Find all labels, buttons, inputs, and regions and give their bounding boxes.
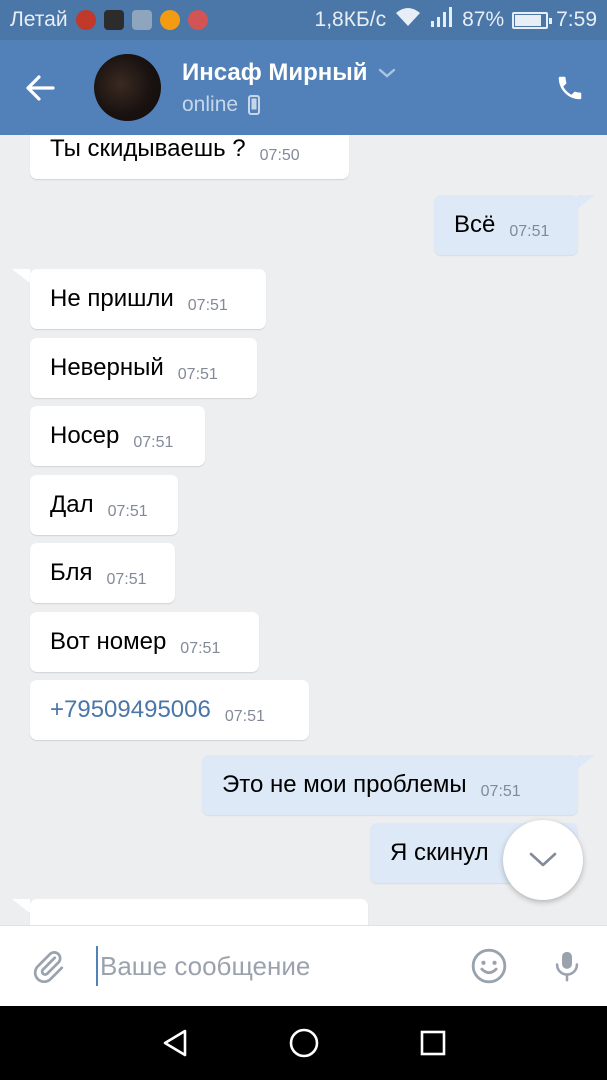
message-outgoing[interactable]: Всё 07:51 bbox=[434, 195, 578, 255]
text-caret bbox=[96, 946, 98, 986]
message-list[interactable]: Ты скидываешь ? 07:50 Всё 07:51 Не пришл… bbox=[0, 135, 607, 925]
contact-status: online bbox=[182, 92, 239, 116]
message-time: 07:51 bbox=[180, 640, 221, 657]
chevron-down-icon bbox=[529, 852, 557, 867]
message-text: Неверный bbox=[50, 354, 164, 381]
nav-back-button[interactable] bbox=[145, 1013, 205, 1073]
attach-button[interactable] bbox=[0, 926, 96, 1007]
message-text: Дал bbox=[50, 491, 94, 518]
avatar[interactable] bbox=[94, 54, 161, 121]
square-recents-icon bbox=[420, 1030, 445, 1056]
battery-percent: 87% bbox=[462, 8, 505, 31]
message-incoming[interactable] bbox=[30, 899, 368, 925]
message-time: 07:51 bbox=[177, 366, 218, 383]
carrier-label: Летай bbox=[10, 8, 68, 31]
message-text: Носер bbox=[50, 422, 120, 449]
message-time: 07:51 bbox=[107, 503, 148, 520]
app-notification-icon bbox=[187, 10, 208, 30]
message-time: 07:51 bbox=[480, 783, 521, 800]
contact-name: Инсаф Мирный bbox=[182, 58, 368, 86]
signal-icon bbox=[430, 6, 454, 34]
network-speed: 1,8КБ/с bbox=[314, 8, 387, 31]
message-text: Это не мои проблемы bbox=[222, 771, 467, 798]
chevron-down-icon bbox=[378, 68, 395, 78]
message-text: Ты скидываешь ? bbox=[50, 135, 246, 162]
scroll-to-bottom-button[interactable] bbox=[503, 820, 583, 900]
message-incoming[interactable]: Вот номер 07:51 bbox=[30, 612, 259, 672]
message-time: 07:50 bbox=[259, 147, 300, 164]
bubble-tail bbox=[577, 195, 595, 209]
message-text: Не пришли bbox=[50, 285, 174, 312]
phone-link[interactable]: +79509495006 bbox=[50, 696, 211, 724]
bubble-tail bbox=[12, 269, 30, 283]
message-incoming[interactable]: Неверный 07:51 bbox=[30, 338, 257, 398]
message-time: 07:51 bbox=[509, 223, 550, 240]
system-navigation-bar bbox=[0, 1006, 607, 1080]
bubble-tail bbox=[12, 899, 30, 913]
app-notification-icon bbox=[103, 10, 124, 30]
back-button[interactable] bbox=[0, 40, 80, 135]
message-outgoing[interactable]: Это не мои проблемы 07:51 bbox=[202, 755, 578, 815]
message-time: 07:51 bbox=[133, 434, 174, 451]
bubble-tail bbox=[577, 755, 595, 769]
status-bar: Летай 1,8КБ/с 87% 7:59 bbox=[0, 0, 607, 40]
triangle-back-icon bbox=[163, 1029, 186, 1057]
composer: Ваше сообщение bbox=[0, 925, 607, 1006]
message-input-placeholder: Ваше сообщение bbox=[100, 950, 311, 981]
message-text: Вот номер bbox=[50, 628, 167, 655]
voice-message-button[interactable] bbox=[527, 926, 607, 1007]
paperclip-icon bbox=[33, 951, 64, 984]
status-right: 1,8КБ/с 87% 7:59 bbox=[315, 6, 597, 34]
chat-header: Инсаф Мирный online bbox=[0, 40, 607, 135]
status-left: Летай bbox=[10, 8, 315, 32]
message-incoming[interactable]: +79509495006 07:51 bbox=[30, 680, 309, 740]
message-text: Всё bbox=[454, 211, 496, 238]
message-text: Бля bbox=[50, 559, 93, 586]
clock: 7:59 bbox=[556, 8, 597, 31]
message-incoming[interactable]: Не пришли 07:51 bbox=[30, 269, 266, 329]
phone-icon bbox=[558, 76, 581, 99]
mobile-icon bbox=[248, 94, 261, 115]
message-time: 07:51 bbox=[224, 708, 265, 725]
battery-icon bbox=[512, 11, 553, 29]
app-notification-icon bbox=[159, 10, 180, 30]
circle-home-icon bbox=[289, 1028, 318, 1058]
nav-home-button[interactable] bbox=[274, 1013, 334, 1073]
smile-icon bbox=[471, 948, 507, 984]
contact-title[interactable]: Инсаф Мирный online bbox=[182, 59, 532, 117]
message-time: 07:51 bbox=[187, 297, 228, 314]
message-incoming[interactable]: Носер 07:51 bbox=[30, 406, 205, 466]
message-time: 07:51 bbox=[106, 571, 147, 588]
message-incoming[interactable]: Дал 07:51 bbox=[30, 475, 178, 535]
message-incoming[interactable]: Бля 07:51 bbox=[30, 543, 175, 603]
app-notification-icon bbox=[75, 10, 96, 30]
call-button[interactable] bbox=[532, 40, 607, 135]
nav-recents-button[interactable] bbox=[403, 1013, 463, 1073]
arrow-left-icon bbox=[26, 74, 55, 101]
message-text: Я скинул bbox=[390, 839, 489, 866]
wifi-icon bbox=[394, 6, 422, 34]
emoji-button[interactable] bbox=[451, 926, 527, 1007]
gallery-notification-icon bbox=[131, 10, 152, 30]
message-input[interactable]: Ваше сообщение bbox=[96, 926, 451, 1007]
microphone-icon bbox=[555, 951, 579, 982]
message-incoming[interactable]: Ты скидываешь ? 07:50 bbox=[30, 135, 349, 179]
